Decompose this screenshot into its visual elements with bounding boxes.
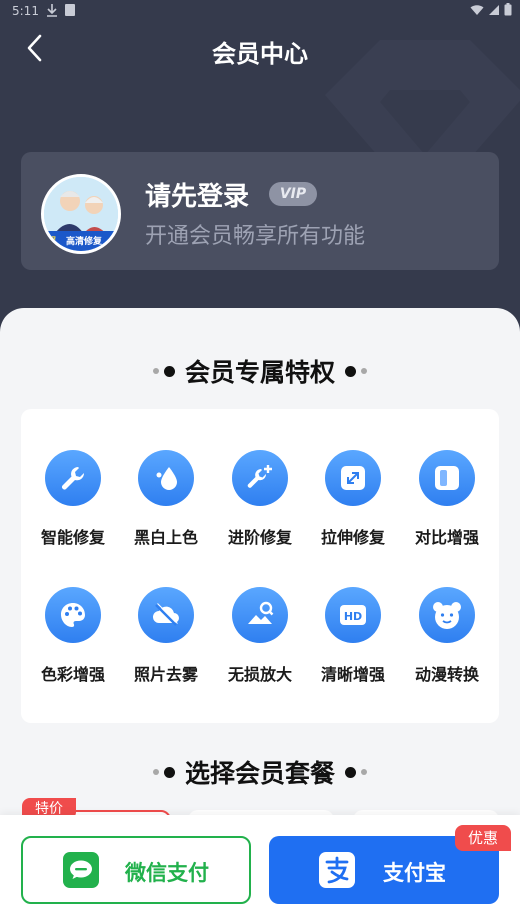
title-dots-right bbox=[345, 766, 367, 778]
feature-label: 色彩增强 bbox=[40, 665, 105, 684]
title-dots-right bbox=[345, 365, 367, 377]
wifi-icon bbox=[470, 4, 484, 15]
wechat-icon bbox=[63, 852, 99, 888]
status-bar: 5:11 bbox=[0, 0, 520, 22]
feature-colorize[interactable]: 黑白上色 bbox=[121, 450, 211, 548]
notification-icon bbox=[65, 4, 75, 16]
features-title-text: 会员专属特权 bbox=[184, 358, 335, 387]
user-login-card[interactable]: 照 高清修复 请先登录 VIP 开通会员畅享所有功能 bbox=[21, 152, 499, 270]
title-dots-left bbox=[152, 766, 175, 778]
plans-title-text: 选择会员套餐 bbox=[184, 759, 335, 788]
avatar[interactable]: 照 高清修复 bbox=[41, 174, 121, 254]
feature-label: 清晰增强 bbox=[320, 665, 385, 684]
feature-clarity[interactable]: HD 清晰增强 bbox=[308, 587, 398, 685]
feature-lossless-zoom[interactable]: 无损放大 bbox=[215, 587, 305, 685]
feature-label: 智能修复 bbox=[40, 528, 105, 547]
payment-bar: 微信支付 支付宝 优惠 bbox=[0, 815, 520, 924]
wechat-pay-button[interactable]: 微信支付 bbox=[21, 836, 251, 904]
status-time: 5:11 bbox=[12, 4, 39, 18]
download-icon bbox=[47, 4, 57, 17]
feature-contrast[interactable]: 对比增强 bbox=[402, 450, 492, 548]
battery-icon bbox=[504, 3, 512, 16]
feature-label: 拉伸修复 bbox=[320, 528, 385, 547]
stretch-icon bbox=[325, 450, 381, 506]
avatar-caption-right: 高清修复 bbox=[66, 237, 103, 247]
feature-label: 无损放大 bbox=[227, 665, 292, 684]
login-prompt[interactable]: 请先登录 bbox=[145, 176, 249, 213]
features-section-title: 会员专属特权 bbox=[0, 353, 520, 389]
discount-tag: 优惠 bbox=[455, 825, 511, 851]
signal-icon bbox=[489, 4, 499, 15]
feature-smart-repair[interactable]: 智能修复 bbox=[28, 450, 118, 548]
page-title: 会员中心 bbox=[212, 40, 308, 68]
feature-color-enhance[interactable]: 色彩增强 bbox=[28, 587, 118, 685]
top-nav: 会员中心 bbox=[0, 22, 520, 78]
alipay-label: 支付宝 bbox=[383, 861, 446, 885]
feature-stretch-repair[interactable]: 拉伸修复 bbox=[308, 450, 398, 548]
advanced-repair-icon bbox=[232, 450, 288, 506]
hd-icon: HD bbox=[325, 587, 381, 643]
plans-section-title: 选择会员套餐 bbox=[0, 754, 520, 790]
palette-icon bbox=[45, 587, 101, 643]
feature-label: 动漫转换 bbox=[414, 665, 479, 684]
dehaze-icon bbox=[138, 587, 194, 643]
title-dots-left bbox=[152, 365, 175, 377]
feature-anime-convert[interactable]: 动漫转换 bbox=[402, 587, 492, 685]
bear-face-icon bbox=[419, 587, 475, 643]
feature-label: 进阶修复 bbox=[227, 528, 292, 547]
avatar-caption-left: 照 bbox=[47, 234, 57, 247]
status-notification-icons bbox=[46, 3, 76, 17]
status-system-icons bbox=[470, 3, 512, 16]
feature-label: 照片去雾 bbox=[133, 665, 198, 684]
login-subtitle: 开通会员畅享所有功能 bbox=[145, 224, 366, 249]
features-grid: 智能修复 黑白上色 进阶修复 拉伸修复 对比增强 色彩增强 照片去雾 无损放大 … bbox=[21, 409, 499, 723]
vip-badge: VIP bbox=[269, 182, 317, 206]
alipay-icon bbox=[319, 852, 355, 888]
feature-label: 黑白上色 bbox=[133, 528, 198, 547]
svg-text:HD: HD bbox=[344, 610, 362, 623]
wechat-pay-label: 微信支付 bbox=[125, 861, 209, 885]
zoom-image-icon bbox=[232, 587, 288, 643]
feature-label: 对比增强 bbox=[414, 528, 479, 547]
feature-advanced-repair[interactable]: 进阶修复 bbox=[215, 450, 305, 548]
feature-dehaze[interactable]: 照片去雾 bbox=[121, 587, 211, 685]
wrench-icon bbox=[45, 450, 101, 506]
contrast-icon bbox=[419, 450, 475, 506]
color-drop-icon bbox=[138, 450, 194, 506]
